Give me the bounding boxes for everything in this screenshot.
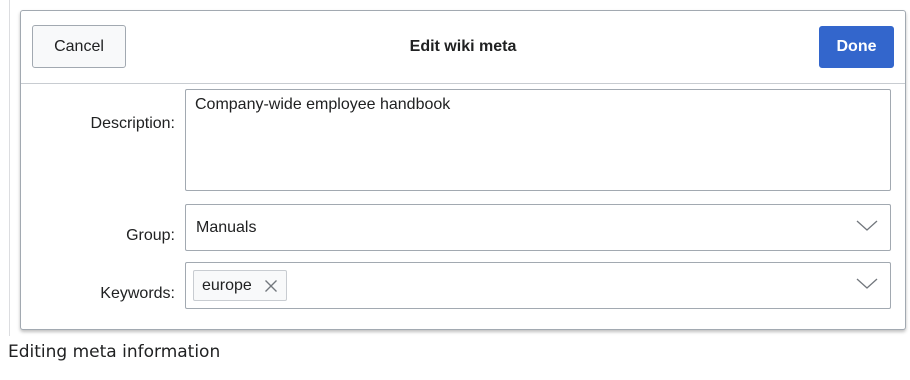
description-field[interactable]: Company-wide employee handbook: [185, 89, 891, 191]
dialog-header: Cancel Edit wiki meta Done: [21, 11, 905, 84]
done-button[interactable]: Done: [819, 26, 894, 68]
image-caption: Editing meta information: [8, 342, 221, 362]
group-selected-value: Manuals: [196, 218, 257, 236]
description-label: Description:: [90, 115, 175, 132]
keyword-tag-label: europe: [202, 276, 252, 294]
keywords-multiselect[interactable]: europe: [185, 262, 891, 309]
page-divider: [9, 0, 10, 336]
close-icon[interactable]: [264, 279, 278, 293]
group-select[interactable]: Manuals: [185, 204, 891, 251]
group-label: Group:: [126, 227, 175, 244]
chevron-down-icon[interactable]: [856, 277, 878, 291]
page: Cancel Edit wiki meta Done Description: …: [0, 0, 910, 380]
dialog-title: Edit wiki meta: [409, 38, 517, 55]
cancel-button[interactable]: Cancel: [32, 25, 126, 68]
chevron-down-icon[interactable]: [856, 219, 878, 233]
keyword-tag: europe: [193, 270, 287, 301]
keywords-label: Keywords:: [100, 285, 175, 302]
edit-wiki-meta-dialog: Cancel Edit wiki meta Done Description: …: [20, 10, 906, 330]
